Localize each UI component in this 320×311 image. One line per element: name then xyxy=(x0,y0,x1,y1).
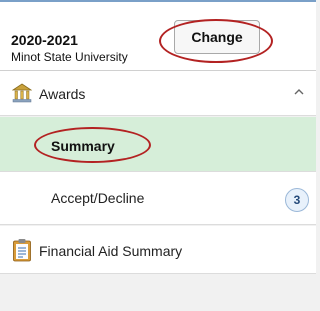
nav-item-awards[interactable]: Awards xyxy=(0,71,316,116)
clipboard-icon xyxy=(12,238,32,267)
nav-item-awards-label: Awards xyxy=(39,86,86,102)
institution-name: Minot State University xyxy=(11,50,128,64)
sidebar-empty-area xyxy=(0,275,316,311)
count-badge: 3 xyxy=(285,188,309,212)
aid-year-header: 2020-2021 Minot State University Change xyxy=(0,2,316,71)
change-button[interactable]: Change xyxy=(174,20,260,54)
nav-item-financial-aid-summary-label: Financial Aid Summary xyxy=(39,243,183,259)
nav-item-summary-label: Summary xyxy=(51,138,115,154)
nav-item-accept-decline-label: Accept/Decline xyxy=(51,190,145,206)
nav-item-summary[interactable]: Summary xyxy=(0,117,316,172)
chevron-up-icon[interactable] xyxy=(292,85,306,99)
nav-item-accept-decline[interactable]: Accept/Decline 3 xyxy=(0,172,316,225)
nav-item-financial-aid-summary[interactable]: Financial Aid Summary xyxy=(0,226,316,274)
bank-icon xyxy=(11,83,33,108)
aid-year: 2020-2021 xyxy=(11,32,78,48)
